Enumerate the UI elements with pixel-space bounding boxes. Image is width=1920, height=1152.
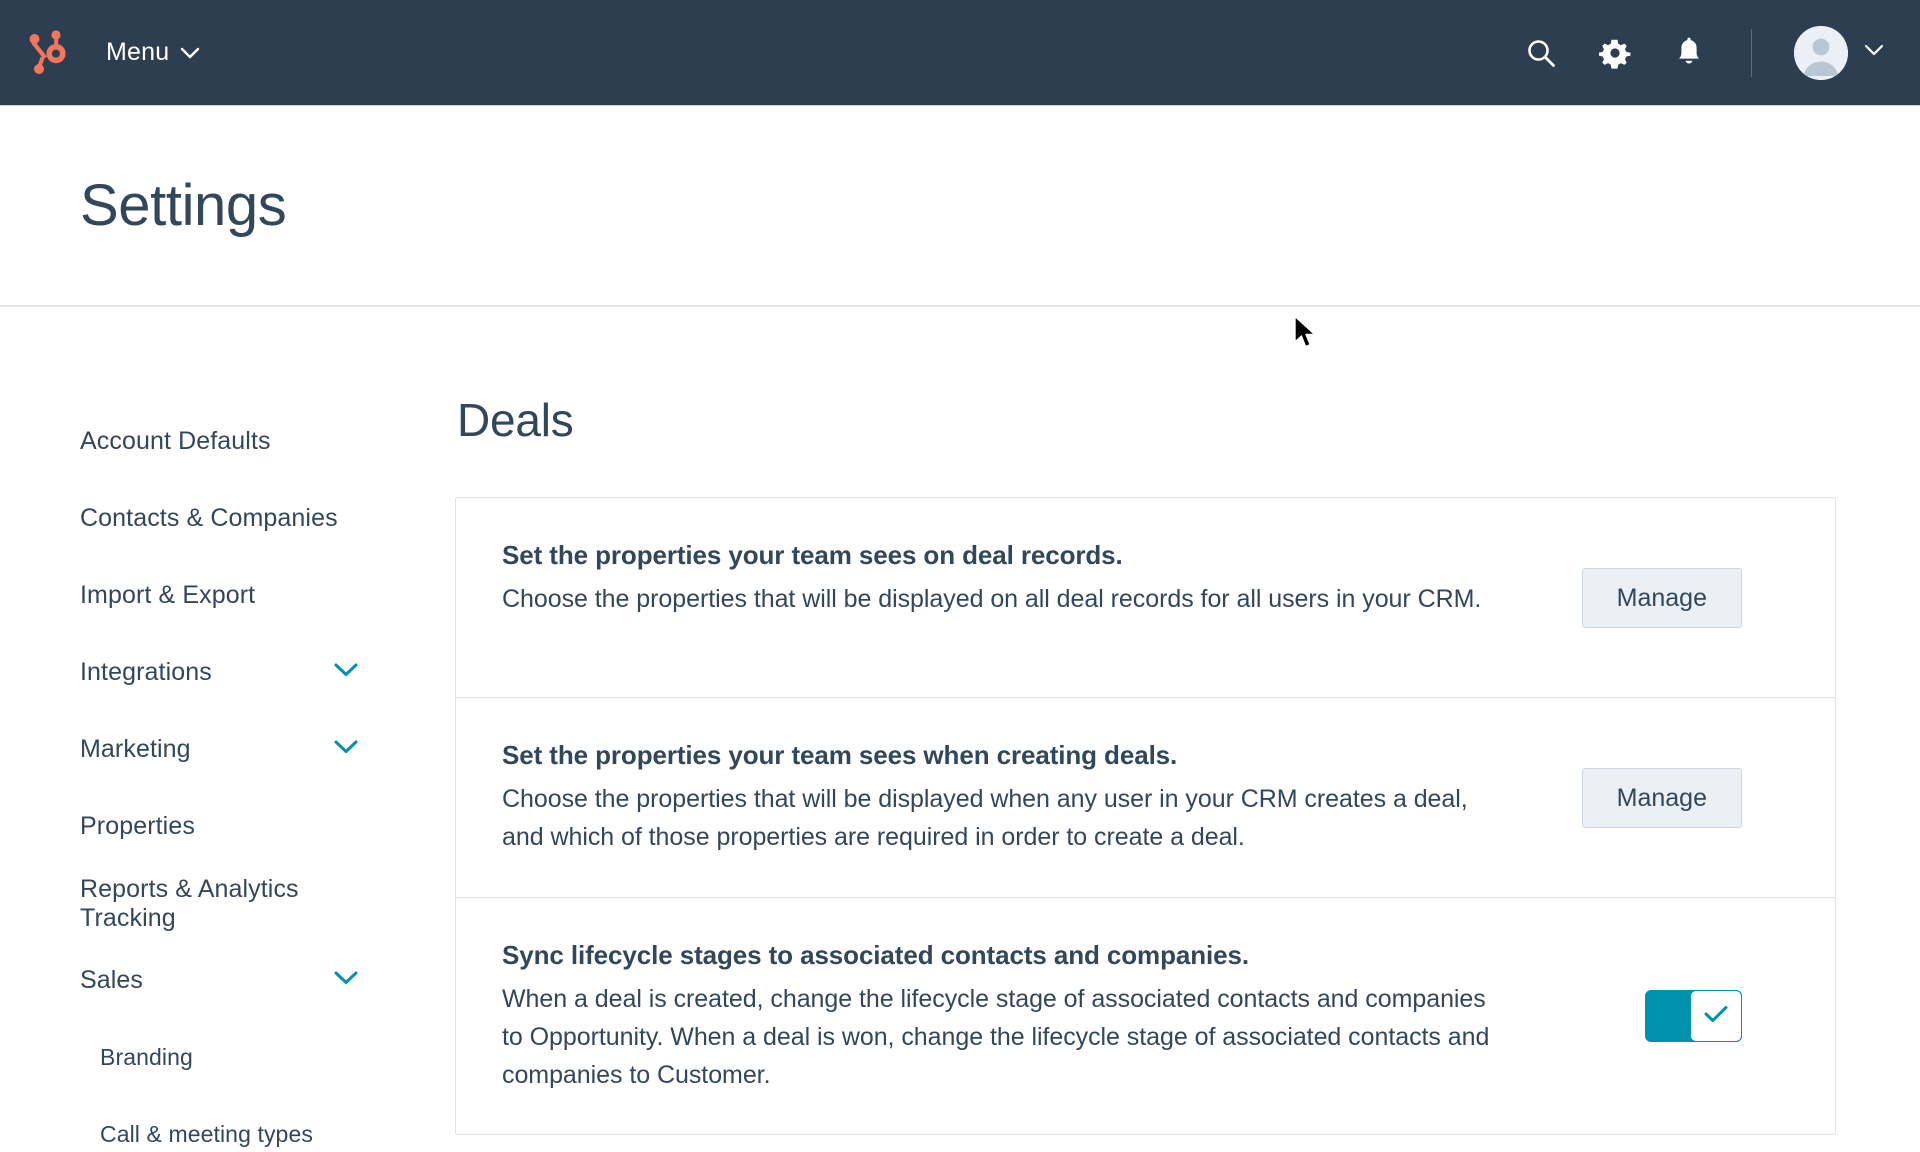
setting-title: Sync lifecycle stages to associated cont… [502, 940, 1249, 970]
row-action-group [1542, 990, 1742, 1043]
setting-description: When a deal is created, change the lifec… [502, 985, 1490, 1090]
navbar-divider [1751, 28, 1752, 77]
sidebar-item-marketing[interactable]: Marketing [0, 711, 455, 788]
sidebar-item-label: Account Defaults [80, 427, 271, 455]
menu-dropdown-button[interactable]: Menu [106, 38, 200, 67]
sidebar-item-branding[interactable]: Branding [0, 1019, 455, 1096]
navbar-left-group: Menu [24, 25, 200, 81]
sidebar-item-label: Sales [80, 966, 144, 994]
row-text-group: Set the properties your team sees on dea… [502, 538, 1542, 618]
setting-title: Set the properties your team sees when c… [502, 740, 1178, 770]
top-navigation-bar: Menu [0, 0, 1920, 106]
sidebar-item-label: Properties [80, 812, 195, 840]
hubspot-sprocket-logo-icon[interactable] [24, 25, 80, 81]
manage-button[interactable]: Manage [1581, 567, 1742, 628]
chevron-down-icon [1864, 44, 1884, 62]
setting-description: Choose the properties that will be displ… [502, 785, 1468, 852]
sidebar-item-properties[interactable]: Properties [0, 788, 455, 865]
sync-lifecycle-toggle[interactable] [1645, 990, 1742, 1043]
settings-sidebar: Account Defaults Contacts & Companies Im… [0, 307, 455, 1152]
sidebar-item-label: Contacts & Companies [80, 504, 338, 532]
setting-title: Set the properties your team sees on dea… [502, 540, 1123, 570]
sidebar-item-account-defaults[interactable]: Account Defaults [0, 403, 455, 480]
setting-description: Choose the properties that will be displ… [502, 585, 1482, 614]
sidebar-item-sales[interactable]: Sales [0, 942, 455, 1019]
setting-row-deal-record-properties: Set the properties your team sees on dea… [456, 498, 1835, 698]
section-title: Deals [457, 394, 574, 446]
sidebar-item-label: Import & Export [80, 581, 256, 609]
row-text-group: Sync lifecycle stages to associated cont… [502, 938, 1542, 1094]
page-body: Account Defaults Contacts & Companies Im… [0, 307, 1920, 1152]
row-action-group: Manage [1542, 567, 1742, 628]
deals-settings-card: Set the properties your team sees on dea… [455, 497, 1836, 1136]
setting-row-sync-lifecycle-stages: Sync lifecycle stages to associated cont… [456, 898, 1835, 1134]
setting-row-create-deal-properties: Set the properties your team sees when c… [456, 698, 1835, 898]
sidebar-item-label: Integrations [80, 658, 212, 686]
sidebar-item-label: Branding [100, 1044, 193, 1070]
sidebar-item-label: Reports & Analytics Tracking [80, 874, 299, 932]
sidebar-item-label: Marketing [80, 735, 191, 763]
avatar [1794, 25, 1848, 80]
user-account-menu[interactable] [1794, 25, 1884, 80]
toggle-knob [1690, 990, 1742, 1043]
chevron-down-icon [180, 38, 200, 67]
page-title: Settings [80, 173, 287, 238]
gear-icon[interactable] [1595, 33, 1635, 73]
manage-button[interactable]: Manage [1581, 767, 1742, 828]
navbar-right-group [1521, 25, 1884, 80]
row-action-group: Manage [1542, 767, 1742, 828]
menu-label: Menu [106, 38, 170, 66]
sidebar-item-integrations[interactable]: Integrations [0, 634, 455, 711]
chevron-down-icon[interactable] [333, 970, 359, 991]
sidebar-item-label: Call & meeting types [100, 1121, 313, 1147]
chevron-down-icon[interactable] [333, 739, 359, 760]
chevron-down-icon[interactable] [333, 662, 359, 683]
row-text-group: Set the properties your team sees when c… [502, 738, 1542, 856]
check-icon [1703, 1004, 1729, 1029]
settings-main-content: Deals Set the properties your team sees … [455, 307, 1920, 1152]
sidebar-item-call-meeting-types[interactable]: Call & meeting types [0, 1096, 455, 1152]
sidebar-item-contacts-companies[interactable]: Contacts & Companies [0, 480, 455, 557]
search-icon[interactable] [1521, 33, 1561, 73]
sidebar-item-import-export[interactable]: Import & Export [0, 557, 455, 634]
sidebar-item-reports-analytics-tracking[interactable]: Reports & Analytics Tracking [0, 865, 455, 942]
settings-page-header: Settings [0, 106, 1920, 307]
bell-icon[interactable] [1669, 33, 1709, 73]
